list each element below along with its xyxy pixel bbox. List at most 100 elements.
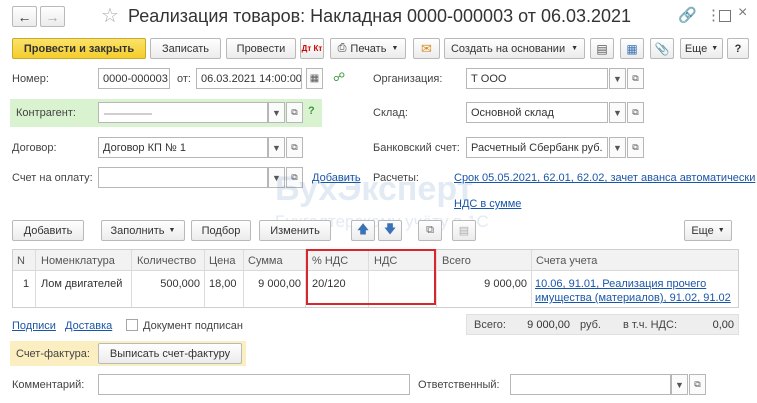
post-status-icon: ☍	[333, 70, 346, 84]
warehouse-field[interactable]: Основной склад	[466, 102, 608, 123]
row-accounts-line2[interactable]: имущества (материалов), 91.02, 91.02	[535, 292, 731, 304]
help-button[interactable]: ?	[727, 38, 749, 59]
change-button[interactable]: Изменить	[259, 220, 331, 241]
row-item[interactable]: Лом двигателей	[41, 278, 122, 290]
counterparty-dropdown-icon[interactable]: ▼	[268, 102, 285, 123]
add-row-button[interactable]: Добавить	[12, 220, 84, 241]
counterparty-open-icon[interactable]: ⧉	[286, 102, 303, 123]
comment-field[interactable]	[98, 374, 410, 395]
chevron-down-icon: ▼	[391, 45, 399, 52]
warehouse-dropdown-icon[interactable]: ▼	[609, 102, 626, 123]
date-label: от:	[177, 73, 191, 85]
col-item: Номенклатура	[41, 255, 115, 267]
chevron-down-icon: ▼	[711, 45, 719, 52]
dtkt-button[interactable]: Дт Кт	[300, 38, 324, 59]
row-qty[interactable]: 500,000	[131, 278, 200, 290]
counterparty-redacted	[104, 113, 152, 115]
col-total: Всего	[442, 255, 471, 267]
report-icon-button[interactable]: ▤	[590, 38, 614, 59]
contract-field[interactable]: Договор КП № 1	[98, 137, 268, 158]
post-and-close-button[interactable]: Провести и закрыть	[12, 38, 146, 59]
vat-highlight-box	[306, 249, 436, 305]
vat-incl-value: 0,00	[712, 319, 734, 331]
bank-account-field[interactable]: Расчетный Сбербанк руб.	[466, 137, 608, 158]
contract-label: Договор:	[12, 142, 57, 154]
attachment-icon-button[interactable]: 📎	[650, 38, 674, 59]
structure-icon-button[interactable]: ▦	[620, 38, 644, 59]
chevron-down-icon: ▼	[168, 227, 176, 234]
settlements-label: Расчеты:	[373, 172, 419, 184]
create-based-on-label: Создать на основании	[450, 42, 566, 55]
row-accounts-line1[interactable]: 10.06, 91.01, Реализация прочего	[535, 278, 706, 290]
vat-in-amount-link[interactable]: НДС в сумме	[454, 198, 521, 210]
warehouse-label: Склад:	[373, 107, 408, 119]
table-more-button[interactable]: Еще ▼	[684, 220, 732, 241]
print-button[interactable]: ⎙ Печать ▼	[330, 38, 406, 59]
col-price: Цена	[209, 255, 236, 267]
post-button[interactable]: Провести	[226, 38, 296, 59]
move-down-button[interactable]: 🡇	[378, 220, 402, 241]
signed-label: Документ подписан	[143, 320, 243, 332]
row-total[interactable]: 9 000,00	[436, 278, 527, 290]
pick-button[interactable]: Подбор	[191, 220, 251, 241]
forward-button[interactable]: →	[40, 6, 65, 27]
organization-field[interactable]: Т ООО	[466, 68, 608, 89]
create-based-on-button[interactable]: Создать на основании ▼	[444, 38, 585, 59]
fill-button[interactable]: Заполнить ▼	[101, 220, 185, 241]
responsible-field[interactable]	[510, 374, 671, 395]
organization-dropdown-icon[interactable]: ▼	[609, 68, 626, 89]
favorite-star-icon[interactable]: ☆	[101, 3, 119, 28]
contract-open-icon[interactable]: ⧉	[286, 137, 303, 158]
responsible-open-icon[interactable]: ⧉	[689, 374, 706, 395]
counterparty-label: Контрагент:	[16, 107, 76, 119]
copy-row-button[interactable]: ⧉	[418, 220, 442, 241]
invoice-for-payment-label: Счет на оплату:	[12, 172, 93, 184]
fill-label: Заполнить	[110, 224, 165, 237]
bank-account-label: Банковский счет:	[373, 142, 460, 154]
move-up-button[interactable]: 🡅	[351, 220, 375, 241]
contract-dropdown-icon[interactable]: ▼	[268, 137, 285, 158]
row-price[interactable]: 18,00	[209, 278, 237, 290]
bank-account-dropdown-icon[interactable]: ▼	[609, 137, 626, 158]
invoice-open-icon[interactable]: ⧉	[286, 167, 303, 188]
email-button[interactable]: ✉	[413, 38, 440, 59]
save-button[interactable]: Записать	[150, 38, 221, 59]
more-label: Еще	[684, 42, 708, 55]
dtkt-icon: Дт Кт	[301, 44, 323, 53]
maximize-icon[interactable]	[719, 10, 731, 22]
responsible-dropdown-icon[interactable]: ▼	[671, 374, 688, 395]
print-label: Печать	[350, 42, 387, 55]
add-invoice-link[interactable]: Добавить	[312, 172, 361, 184]
warehouse-open-icon[interactable]: ⧉	[627, 102, 644, 123]
date-field[interactable]: 06.03.2021 14:00:00	[196, 68, 302, 89]
row-sum[interactable]: 9 000,00	[243, 278, 301, 290]
invoice-for-payment-field[interactable]	[98, 167, 268, 188]
paste-row-button[interactable]: ▤	[452, 220, 476, 241]
total-value: 9 000,00	[527, 319, 570, 331]
col-sum: Сумма	[248, 255, 283, 267]
delivery-link[interactable]: Доставка	[65, 320, 112, 332]
col-n: N	[17, 255, 25, 267]
issue-invoice-button[interactable]: Выписать счет-фактуру	[98, 343, 242, 364]
signatures-link[interactable]: Подписи	[12, 320, 56, 332]
printer-icon: ⎙	[337, 42, 347, 54]
table-more-label: Еще	[691, 224, 714, 237]
back-button[interactable]: ←	[12, 6, 37, 27]
chevron-down-icon: ▼	[571, 45, 579, 52]
bank-account-open-icon[interactable]: ⧉	[627, 137, 644, 158]
link-icon[interactable]: 🔗	[678, 6, 697, 24]
comment-label: Комментарий:	[12, 379, 85, 391]
number-field[interactable]: 0000-000003	[98, 68, 170, 89]
responsible-label: Ответственный:	[418, 379, 500, 391]
chevron-down-icon: ▼	[717, 227, 725, 234]
settlements-link[interactable]: Срок 05.05.2021, 62.01, 62.02, зачет ава…	[454, 172, 755, 184]
close-icon[interactable]: ×	[738, 4, 747, 22]
invoice-dropdown-icon[interactable]: ▼	[268, 167, 285, 188]
counterparty-help-icon[interactable]: ?	[308, 105, 315, 117]
organization-open-icon[interactable]: ⧉	[627, 68, 644, 89]
more-button[interactable]: Еще ▼	[680, 38, 723, 59]
signed-checkbox[interactable]	[126, 319, 138, 331]
row-n: 1	[23, 278, 30, 290]
calendar-icon[interactable]: ▦	[306, 68, 323, 89]
window-title: Реализация товаров: Накладная 0000-00000…	[128, 6, 632, 26]
